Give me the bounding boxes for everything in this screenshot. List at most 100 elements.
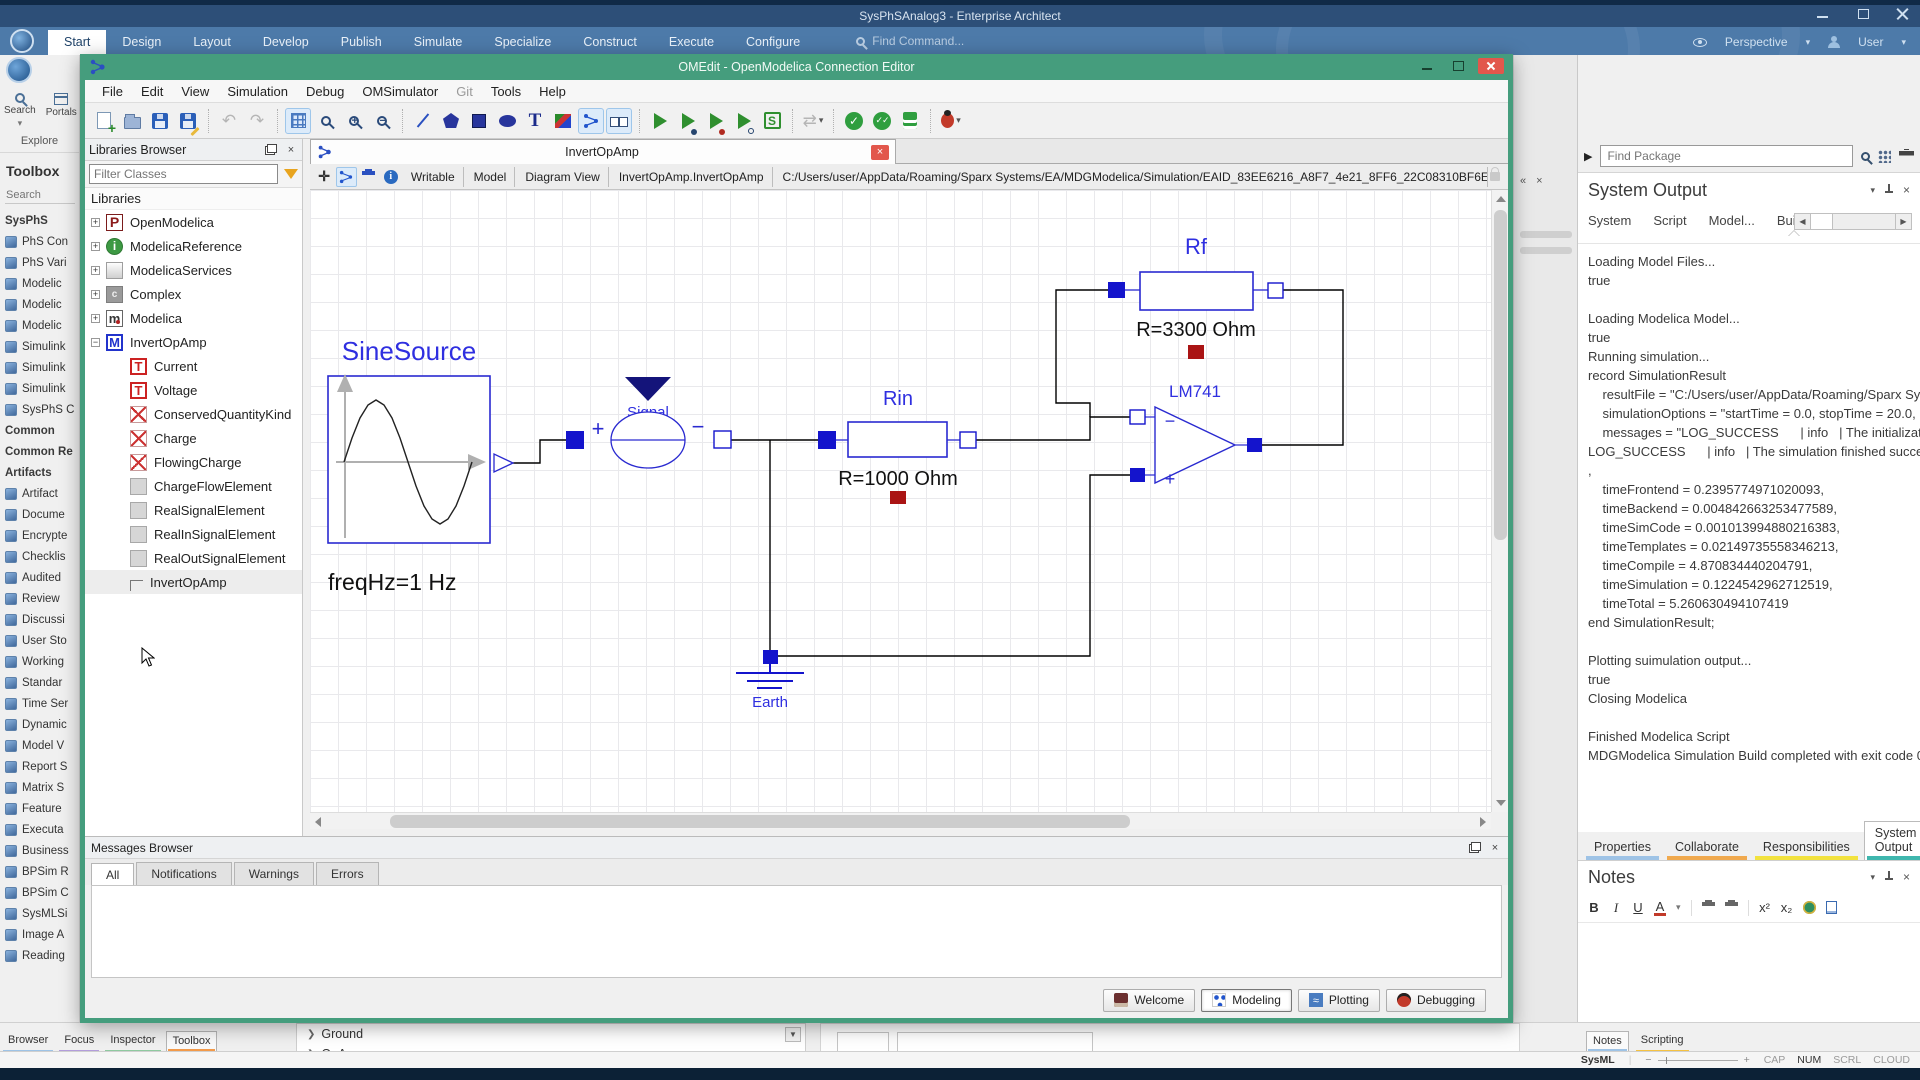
find-package-input[interactable] xyxy=(1600,145,1853,167)
text-tool-button[interactable]: T xyxy=(522,108,548,134)
superscript-button[interactable]: x² xyxy=(1759,900,1771,915)
library-tree-item[interactable]: T Current xyxy=(85,354,302,378)
perspective-button[interactable]: Welcome xyxy=(1103,989,1195,1012)
toolbox-item[interactable]: User Sto xyxy=(0,630,79,651)
menu-item[interactable]: Debug xyxy=(297,82,353,101)
tree-expander-icon[interactable] xyxy=(91,218,100,227)
toolbox-item[interactable]: SysPhS xyxy=(0,210,79,231)
tree-expander-icon[interactable] xyxy=(91,314,100,323)
zoom-in-button[interactable]: + xyxy=(341,108,367,134)
toolbox-item[interactable]: Common xyxy=(0,420,79,441)
active-perspective[interactable]: SysML xyxy=(1581,1054,1615,1066)
toolbox-item[interactable]: Docume xyxy=(0,504,79,525)
toolbox-item[interactable]: Discussi xyxy=(0,609,79,630)
library-tree-item[interactable]: m Modelica xyxy=(85,306,302,330)
ea-ribbon-tab[interactable]: Execute xyxy=(653,30,730,55)
toolbox-item[interactable]: Checklis xyxy=(0,546,79,567)
polygon-tool-button[interactable] xyxy=(438,108,464,134)
connect-mode-icon[interactable] xyxy=(336,167,356,187)
transition-mode-button[interactable] xyxy=(606,108,632,134)
ea-search-button[interactable]: Search ▾ xyxy=(4,93,36,129)
earth-pin[interactable] xyxy=(763,650,778,664)
perspective-menu[interactable]: Perspective xyxy=(1725,35,1788,49)
ea-minimize-button[interactable] xyxy=(1816,7,1830,21)
scrollbar-thumb[interactable] xyxy=(390,815,1130,828)
toolbox-item[interactable]: Reading xyxy=(0,945,79,966)
toolbox-item[interactable]: Modelic xyxy=(0,273,79,294)
close-tab-icon[interactable]: × xyxy=(871,145,889,160)
toolbox-item[interactable]: Dynamic xyxy=(0,714,79,735)
open-model-button[interactable] xyxy=(119,108,145,134)
grid-toggle-button[interactable] xyxy=(285,108,311,134)
bold-button[interactable]: B xyxy=(1588,900,1600,915)
pin-icon[interactable] xyxy=(1885,871,1893,883)
dock-tab[interactable]: Responsibilities xyxy=(1753,836,1860,860)
check-all-models-button[interactable] xyxy=(869,108,895,134)
omedit-minimize-button[interactable] xyxy=(1418,58,1438,74)
diagram-canvas[interactable]: SineSource freqHz=1 Hz Signal + − xyxy=(310,190,1491,812)
close-icon[interactable]: × xyxy=(1488,842,1502,854)
messages-tab[interactable]: Warnings xyxy=(234,862,314,885)
vertical-scrollbar[interactable] xyxy=(1491,190,1508,812)
toolbox-item[interactable]: SysPhS C xyxy=(0,399,79,420)
library-tree-item[interactable]: Charge xyxy=(85,426,302,450)
ellipse-tool-button[interactable] xyxy=(494,108,520,134)
document-icon[interactable] xyxy=(1826,901,1837,914)
horizontal-scrollbar[interactable] xyxy=(310,812,1491,829)
toolbox-item[interactable]: Artifacts xyxy=(0,462,79,483)
output-tab[interactable]: System xyxy=(1588,213,1631,232)
rin-right-pin[interactable] xyxy=(960,432,976,448)
opamp-inverting-pin[interactable] xyxy=(1130,410,1145,424)
line-tool-button[interactable] xyxy=(410,108,436,134)
opamp-noninverting-pin[interactable] xyxy=(1130,468,1145,482)
bullet-list-icon[interactable] xyxy=(1702,902,1715,913)
hamburger-menu-icon[interactable] xyxy=(1899,151,1914,162)
toolbox-item[interactable]: Common Re xyxy=(0,441,79,462)
library-tree-item[interactable]: T Voltage xyxy=(85,378,302,402)
messages-tab[interactable]: All xyxy=(91,863,134,886)
close-icon[interactable]: × xyxy=(1536,175,1542,187)
close-icon[interactable]: × xyxy=(1903,183,1910,197)
find-command[interactable]: Find Command... xyxy=(856,34,964,48)
chevron-left-icon[interactable]: « xyxy=(1520,175,1526,187)
toolbox-item[interactable]: BPSim C xyxy=(0,882,79,903)
library-tree-item[interactable]: M InvertOpAmp xyxy=(85,330,302,354)
omedit-close-button[interactable] xyxy=(1478,58,1504,74)
omedit-maximize-button[interactable] xyxy=(1448,58,1468,74)
rf-resistor-component[interactable]: Rf R=3300 Ohm xyxy=(1108,234,1283,359)
opamp-component[interactable]: − + LM741 xyxy=(1130,382,1262,489)
menu-item[interactable]: Git xyxy=(447,82,482,101)
hyperlink-icon[interactable] xyxy=(1803,901,1816,914)
notes-content[interactable] xyxy=(1578,923,1920,1023)
user-menu[interactable]: User xyxy=(1858,35,1883,49)
library-tree-item[interactable]: InvertOpAmp xyxy=(85,570,302,594)
scrollbar-thumb[interactable] xyxy=(1494,210,1507,540)
zoom-out-button[interactable]: − xyxy=(369,108,395,134)
opamp-output-pin[interactable] xyxy=(1247,438,1262,452)
toolbox-item[interactable]: Review xyxy=(0,588,79,609)
library-tree-item[interactable]: RealOutSignalElement xyxy=(85,546,302,570)
tree-expander-icon[interactable] xyxy=(91,266,100,275)
toolbox-item[interactable]: Modelic xyxy=(0,294,79,315)
library-tree-item[interactable]: ConservedQ​uantityKind xyxy=(85,402,302,426)
ea-ribbon-tab[interactable]: Design xyxy=(106,30,177,55)
menu-item[interactable]: File xyxy=(93,82,132,101)
tree-expander-icon[interactable] xyxy=(91,242,100,251)
toolbox-item[interactable]: Simulink xyxy=(0,336,79,357)
writable-status[interactable]: Writable xyxy=(403,167,464,187)
dock-tab[interactable]: System Output xyxy=(1864,821,1920,860)
ea-portals-button[interactable]: Portals xyxy=(46,93,77,129)
messages-tab[interactable]: Notifications xyxy=(136,862,231,885)
toolbox-item[interactable]: Matrix S xyxy=(0,777,79,798)
rf-left-pin[interactable] xyxy=(1108,282,1125,298)
ea-restore-button[interactable] xyxy=(1856,7,1870,21)
chevron-down-icon[interactable]: ▾ xyxy=(1870,185,1875,196)
toolbox-item[interactable]: BPSim R xyxy=(0,861,79,882)
earth-ground-component[interactable]: Earth xyxy=(736,650,804,711)
dock-splitter[interactable] xyxy=(303,139,310,836)
toolbox-item[interactable]: Business xyxy=(0,840,79,861)
filter-classes-input[interactable] xyxy=(89,164,278,184)
tabs-scrollbar[interactable]: ◀▶ xyxy=(1794,213,1912,230)
grid-options-icon[interactable] xyxy=(1878,150,1891,163)
check-model-button[interactable] xyxy=(841,108,867,134)
